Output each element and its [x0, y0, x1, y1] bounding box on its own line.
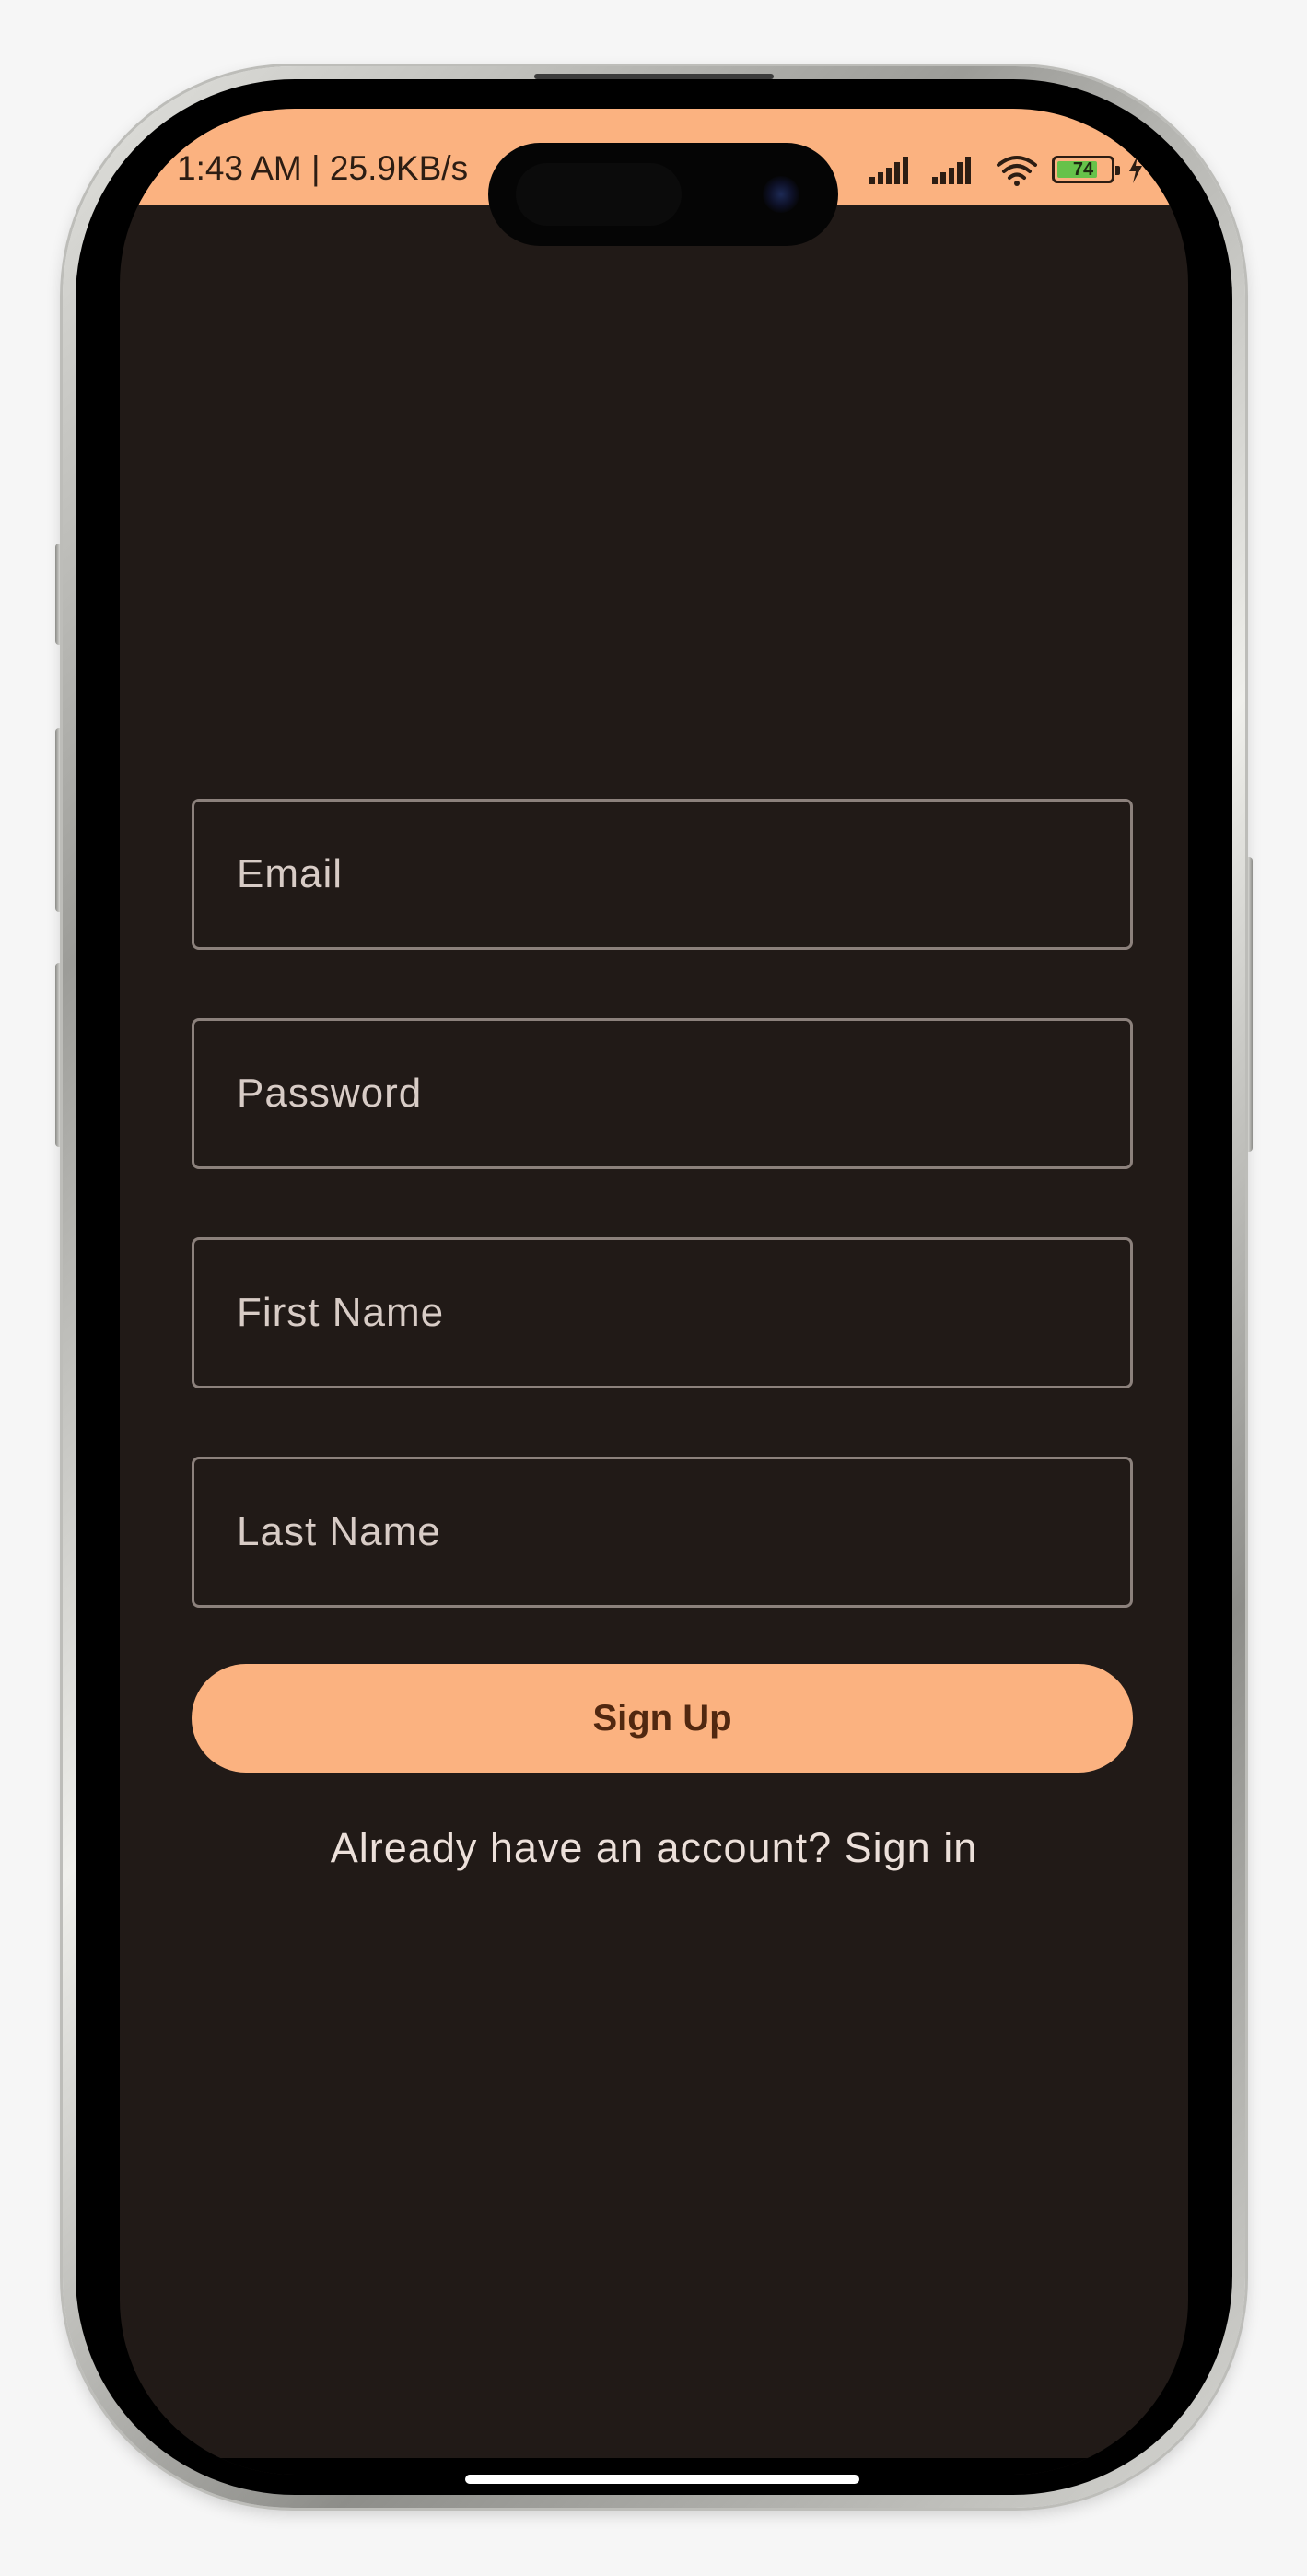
sign-in-link[interactable]: Already have an account? Sign in	[120, 1824, 1188, 1872]
status-time-speed: 1:43 AM | 25.9KB/s	[177, 149, 469, 187]
signal-icon	[869, 157, 908, 184]
sign-up-button[interactable]: Sign Up	[192, 1664, 1133, 1773]
email-input[interactable]	[235, 850, 1130, 898]
charging-icon	[1129, 156, 1142, 183]
navigation-bar	[120, 2458, 1188, 2475]
wifi-icon	[997, 156, 1037, 186]
last-name-input[interactable]	[235, 1508, 1130, 1556]
password-input[interactable]	[235, 1070, 1130, 1118]
home-indicator[interactable]	[465, 2475, 859, 2484]
first-name-field[interactable]	[192, 1237, 1133, 1388]
front-camera	[763, 176, 799, 213]
signal-icon	[932, 157, 971, 184]
battery-icon: 74	[1052, 156, 1120, 183]
first-name-input[interactable]	[235, 1289, 1130, 1337]
battery-tip	[1115, 166, 1120, 175]
status-icons: 74	[869, 151, 1144, 188]
phone-mockup: 1:43 AM | 25.9KB/s 74 Email First Name L…	[0, 0, 1307, 2576]
face-id-sensor	[516, 163, 682, 226]
battery-level: 74	[1072, 158, 1094, 180]
password-field[interactable]	[192, 1018, 1133, 1169]
dynamic-island	[488, 143, 838, 246]
app-screen: 1:43 AM | 25.9KB/s 74 Email First Name L…	[120, 109, 1188, 2475]
speaker-grille	[534, 74, 774, 79]
last-name-field[interactable]	[192, 1457, 1133, 1608]
email-field[interactable]	[192, 799, 1133, 950]
